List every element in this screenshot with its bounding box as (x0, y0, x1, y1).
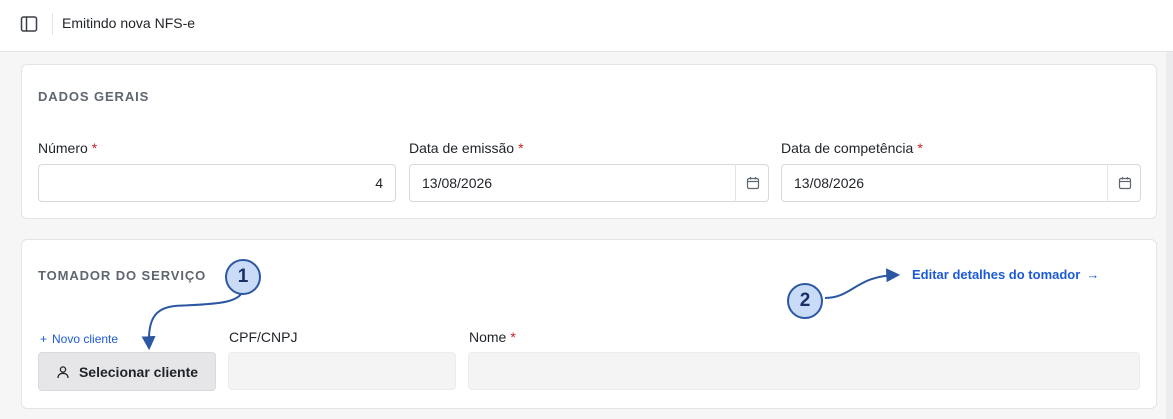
dados-gerais-card: DADOS GERAIS Número* Data de emissão* Da… (21, 64, 1157, 219)
numero-label-text: Número (38, 140, 88, 156)
cpf-cnpj-label: CPF/CNPJ (229, 329, 298, 345)
page-title: Emitindo nova NFS-e (62, 15, 196, 31)
required-marker: * (917, 140, 923, 156)
select-client-label: Selecionar cliente (78, 363, 199, 380)
nome-label-text: Nome (469, 329, 507, 345)
numero-label: Número * (38, 140, 97, 156)
data-emissao-input[interactable] (409, 164, 769, 202)
edit-tomador-link[interactable]: Editar detalhes do tomador → (912, 267, 1099, 282)
user-icon (56, 365, 70, 379)
sidebar-toggle-icon[interactable] (19, 14, 39, 34)
edit-tomador-link-text: Editar detalhes do tomador (912, 267, 1081, 282)
nome-label: Nome * (469, 329, 516, 345)
callout-badge-2: 2 (787, 283, 823, 319)
topbar-divider (52, 13, 53, 35)
required-marker: * (518, 140, 524, 156)
data-emissao-label: Data de emissão * (409, 140, 524, 156)
scrollbar-track[interactable] (1166, 52, 1173, 419)
nome-input[interactable] (468, 352, 1140, 390)
top-bar: Emitindo nova NFS-e (0, 0, 1173, 52)
callout-badge-1: 1 (225, 259, 261, 295)
plus-icon: + (40, 332, 48, 346)
required-marker: * (91, 140, 98, 156)
data-emissao-label-text: Data de emissão (409, 140, 515, 156)
numero-input[interactable] (38, 164, 396, 202)
calendar-icon[interactable] (1107, 164, 1141, 202)
novo-cliente-link[interactable]: + Novo cliente (40, 332, 118, 346)
data-competencia-input[interactable] (781, 164, 1141, 202)
calendar-icon[interactable] (735, 164, 769, 202)
required-marker: * (510, 329, 516, 345)
select-client-button[interactable]: Selecionar cliente (38, 352, 216, 391)
tomador-card: TOMADOR DO SERVIÇO Editar detalhes do to… (21, 239, 1157, 409)
tomador-title: TOMADOR DO SERVIÇO (38, 268, 207, 283)
cpf-cnpj-input[interactable] (228, 352, 456, 390)
dados-gerais-title: DADOS GERAIS (38, 89, 150, 104)
data-competencia-label-text: Data de competência (781, 140, 914, 156)
novo-cliente-text: Novo cliente (52, 332, 119, 346)
data-competencia-label: Data de competência * (781, 140, 923, 156)
arrow-right-icon: → (1086, 267, 1100, 282)
